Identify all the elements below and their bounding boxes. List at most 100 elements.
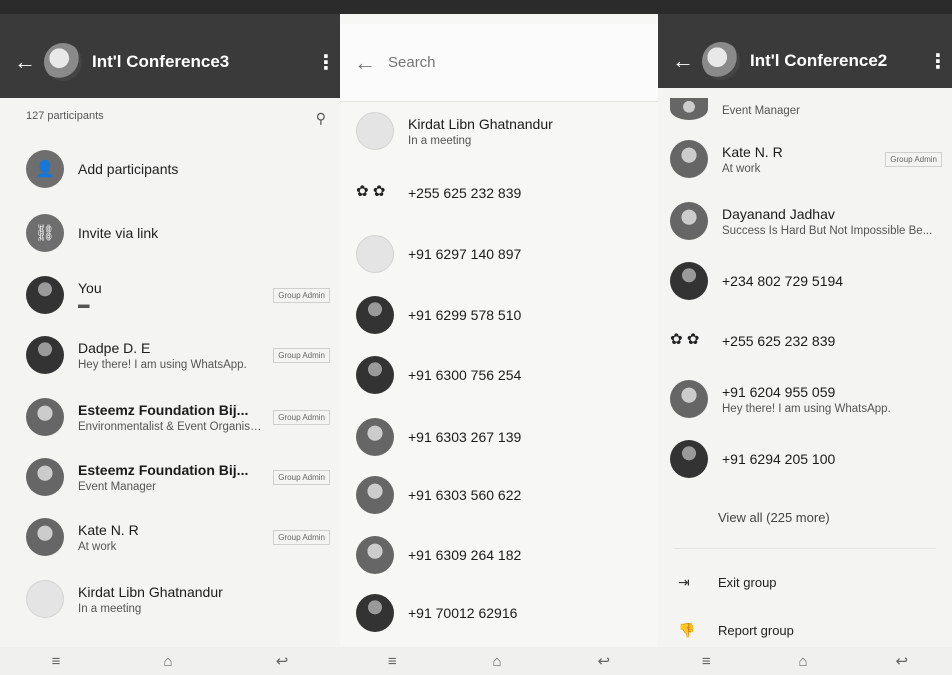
member-name: +91 6204 955 059	[722, 383, 836, 400]
menu-icon[interactable]: ≡	[52, 653, 61, 670]
list-item[interactable]: +91 6303 560 622	[340, 476, 658, 514]
more-vert-icon[interactable]: ⋮	[316, 50, 336, 75]
list-item[interactable]: +255 625 232 839	[658, 322, 952, 360]
member-name: +91 6294 205 100	[722, 451, 836, 467]
avatar	[356, 536, 394, 574]
group-title: Int'l Conference3	[92, 52, 230, 71]
contact-name: +91 70012 62916	[408, 605, 518, 621]
home-icon[interactable]: ⌂	[164, 653, 173, 670]
menu-icon[interactable]: ≡	[388, 653, 397, 670]
list-item[interactable]: +91 6204 955 059 Hey there! I am using W…	[658, 380, 952, 418]
contact-name: +255 625 232 839	[408, 185, 522, 201]
invite-link-button[interactable]: ⛓ Invite via link	[0, 214, 340, 252]
avatar	[26, 398, 64, 436]
member-status: At work	[722, 162, 761, 175]
avatar	[670, 440, 708, 478]
member-name: Esteemz Foundation Bij...	[78, 401, 249, 418]
back-arrow-icon[interactable]: ←	[672, 48, 698, 74]
list-item[interactable]: Dayanand Jadhav Success Is Hard But Not …	[658, 202, 952, 240]
contact-name: +91 6299 578 510	[408, 307, 522, 323]
add-person-icon: 👤	[26, 150, 64, 188]
avatar	[356, 356, 394, 394]
avatar	[670, 98, 708, 120]
exit-group-label: Exit group	[718, 575, 777, 590]
group-title: Int'l Conference2	[750, 51, 888, 70]
back-icon[interactable]: ↩	[276, 652, 289, 670]
report-group-button[interactable]: 👎 Report group	[678, 622, 794, 639]
list-item[interactable]: Esteemz Foundation Bij... Event Manager …	[0, 458, 340, 496]
contact-name: +91 6303 267 139	[408, 429, 522, 445]
list-item[interactable]: +91 70012 62916	[340, 594, 658, 632]
contact-name: +91 6297 140 897	[408, 246, 522, 262]
contact-name: Kirdat Libn Ghatnandur	[408, 115, 553, 132]
group-avatar[interactable]	[702, 42, 740, 80]
status-bar	[0, 0, 340, 14]
list-item[interactable]: Esteemz Foundation Bij... Environmentali…	[0, 398, 340, 436]
search-input[interactable]	[388, 54, 644, 71]
member-name: Kirdat Libn Ghatnandur	[78, 583, 223, 600]
screenshot-collage: ← Int'l Conference3 ⋮ 127 participants ⚲…	[0, 0, 952, 675]
member-name: You	[78, 279, 102, 296]
avatar	[356, 235, 394, 273]
back-icon[interactable]: ↩	[895, 652, 908, 670]
back-icon[interactable]: ↩	[597, 652, 610, 670]
member-status: Hey there! I am using WhatsApp.	[78, 358, 247, 371]
list-item[interactable]: +234 802 729 5194	[658, 262, 952, 300]
group-avatar[interactable]	[44, 43, 82, 81]
exit-group-button[interactable]: ⇥ Exit group	[678, 574, 777, 591]
home-icon[interactable]: ⌂	[799, 653, 808, 670]
avatar	[356, 174, 394, 212]
participant-search-screen: ← Kirdat Libn Ghatnandur In a meeting +2…	[340, 0, 658, 675]
avatar	[670, 202, 708, 240]
avatar	[356, 112, 394, 150]
list-item[interactable]: Kate N. R At work Group Admin	[658, 140, 952, 178]
thumbs-down-icon: 👎	[678, 622, 696, 638]
divider	[674, 548, 936, 549]
link-icon: ⛓	[26, 214, 64, 252]
member-name: Dayanand Jadhav	[722, 205, 835, 222]
group-admin-badge: Group Admin	[273, 529, 330, 545]
list-item[interactable]: +91 6303 267 139	[340, 418, 658, 456]
status-bar	[340, 0, 658, 14]
list-item[interactable]: Kirdat Libn Ghatnandur In a meeting	[0, 580, 340, 618]
list-item[interactable]: Kate N. R At work Group Admin	[0, 518, 340, 556]
report-group-label: Report group	[718, 623, 794, 638]
avatar	[26, 276, 64, 314]
list-item[interactable]: Kirdat Libn Ghatnandur In a meeting	[340, 112, 658, 150]
invite-link-label: Invite via link	[78, 225, 159, 241]
member-name: Dadpe D. E	[78, 339, 151, 356]
list-item[interactable]: +91 6309 264 182	[340, 536, 658, 574]
back-arrow-icon[interactable]: ←	[14, 49, 40, 75]
group-admin-badge: Group Admin	[273, 469, 330, 485]
avatar	[356, 418, 394, 456]
contact-name: +91 6309 264 182	[408, 547, 522, 563]
back-arrow-icon[interactable]: ←	[354, 50, 380, 76]
member-status: Success Is Hard But Not Impossible Be...	[722, 224, 933, 237]
list-item[interactable]: Dadpe D. E Hey there! I am using WhatsAp…	[0, 336, 340, 374]
system-nav-bar: ≡ ⌂ ↩	[340, 647, 658, 675]
list-item[interactable]: +91 6299 578 510	[340, 296, 658, 334]
flag-icon: ▬	[78, 298, 90, 311]
exit-icon: ⇥	[678, 574, 690, 590]
group-admin-badge: Group Admin	[273, 409, 330, 425]
home-icon[interactable]: ⌂	[493, 653, 502, 670]
group-admin-badge: Group Admin	[885, 151, 942, 167]
list-item[interactable]: +91 6300 756 254	[340, 356, 658, 394]
list-item[interactable]: You ▬ Group Admin	[0, 276, 340, 314]
avatar	[670, 262, 708, 300]
system-nav-bar: ≡ ⌂ ↩	[658, 647, 952, 675]
avatar	[670, 140, 708, 178]
more-vert-icon[interactable]: ⋮	[928, 49, 948, 74]
group-info-screen-2: ← Int'l Conference2 ⋮ Event Manager Kate…	[658, 0, 952, 675]
list-item[interactable]: +91 6294 205 100	[658, 440, 952, 478]
list-item[interactable]: +255 625 232 839	[340, 174, 658, 212]
participants-count: 127 participants	[26, 110, 104, 122]
avatar	[670, 380, 708, 418]
list-item[interactable]: +91 6297 140 897	[340, 235, 658, 273]
list-item[interactable]: Event Manager	[658, 98, 952, 120]
menu-icon[interactable]: ≡	[702, 653, 711, 670]
avatar	[356, 476, 394, 514]
view-all-button[interactable]: View all (225 more)	[718, 510, 830, 525]
search-icon[interactable]: ⚲	[316, 110, 326, 127]
add-participants-button[interactable]: 👤 Add participants	[0, 150, 340, 188]
